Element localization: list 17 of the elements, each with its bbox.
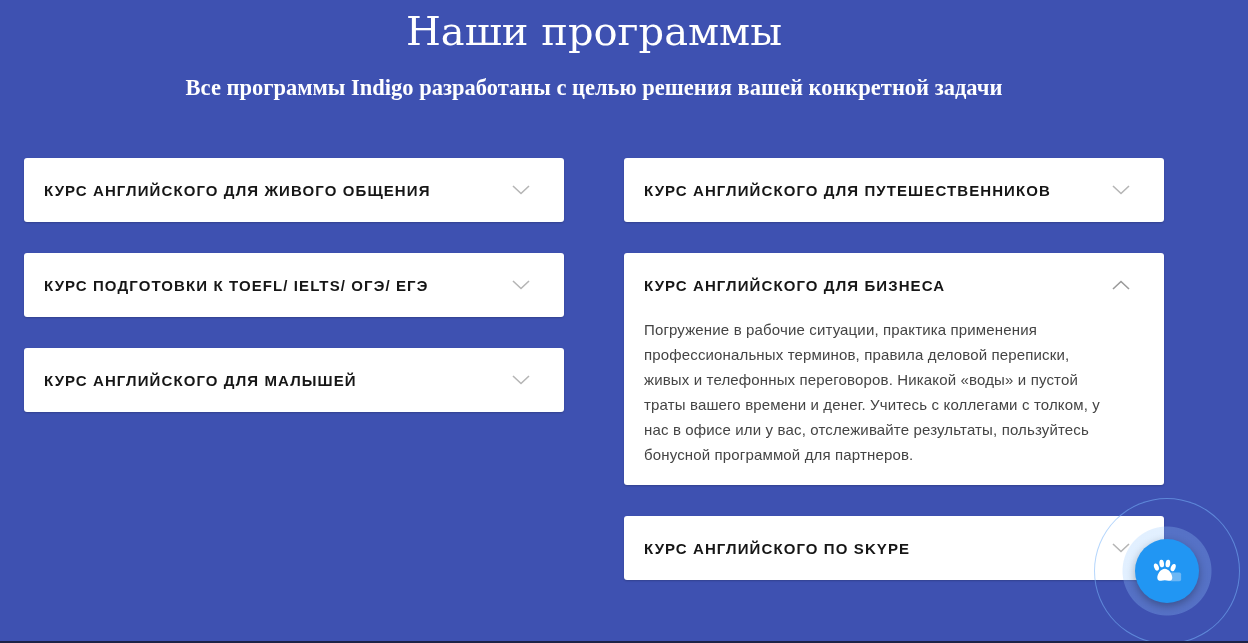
course-title[interactable]: КУРС ПОДГОТОВКИ К TOEFL/ IELTS/ ОГЭ/ ЕГЭ: [44, 276, 429, 294]
course-title[interactable]: КУРС АНГЛИЙСКОГО ДЛЯ БИЗНЕСА: [644, 276, 946, 294]
chevron-down-icon[interactable]: [1112, 185, 1130, 195]
chat-widget-button[interactable]: [1135, 539, 1199, 603]
course-title[interactable]: КУРС АНГЛИЙСКОГО ДЛЯ ЖИВОГО ОБЩЕНИЯ: [44, 181, 431, 199]
course-title[interactable]: КУРС АНГЛИЙСКОГО ПО SKYPE: [644, 539, 911, 557]
chevron-down-icon[interactable]: [512, 185, 530, 195]
paw-icon: [1152, 558, 1182, 584]
chevron-up-icon[interactable]: [1112, 280, 1130, 290]
course-description: Погружение в рабочие ситуации, практика применения профессиональных терминов, правила деловой переписки, живых и телефонных переговоров. Никакой «воды» и пустой траты вашего времени и денег. Учитесь с коллегами с толком, у нас в офисе или у вас, отслеживайте результаты, пользуйтесь бонусной программой для партнеров.: [644, 320, 1101, 465]
course-title[interactable]: КУРС АНГЛИЙСКОГО ДЛЯ МАЛЫШЕЙ: [44, 371, 357, 389]
chevron-down-icon[interactable]: [1112, 543, 1130, 553]
chevron-down-icon[interactable]: [512, 280, 530, 290]
section-subtitle: Все программы Indigo разработаны с целью решения вашей конкретной задачи: [185, 75, 1003, 101]
course-title[interactable]: КУРС АНГЛИЙСКОГО ДЛЯ ПУТЕШЕСТВЕННИКОВ: [644, 181, 1051, 199]
chevron-down-icon[interactable]: [512, 375, 530, 385]
section-title: Наши программы: [405, 7, 783, 54]
